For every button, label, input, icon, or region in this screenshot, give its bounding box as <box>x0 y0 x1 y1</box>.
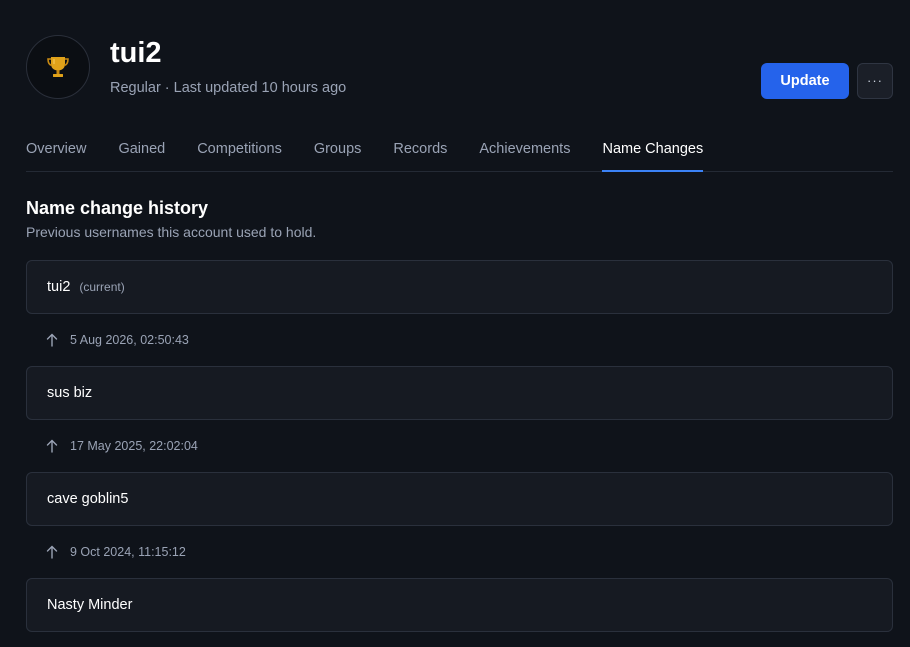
tab-records[interactable]: Records <box>393 131 447 171</box>
change-date: 17 May 2025, 22:02:04 <box>70 439 198 453</box>
username: tui2 <box>47 279 71 295</box>
player-meta: Regular · Last updated 10 hours ago <box>110 80 347 96</box>
tab-groups[interactable]: Groups <box>314 131 362 171</box>
tab-name-changes[interactable]: Name Changes <box>602 131 703 172</box>
name-change-entry: 5 Aug 2026, 02:50:43 <box>26 314 893 366</box>
username: sus biz <box>47 385 93 401</box>
name-card-current: tui2 (current) <box>26 260 893 314</box>
name-change-entry: 9 Oct 2024, 11:15:12 <box>26 526 893 578</box>
tab-gained[interactable]: Gained <box>118 131 165 171</box>
section-subtitle: Previous usernames this account used to … <box>26 224 317 240</box>
tab-bar: Overview Gained Competitions Groups Reco… <box>26 131 893 172</box>
current-badge: (current) <box>79 280 125 294</box>
arrow-up-icon <box>46 439 58 453</box>
username: cave goblin5 <box>47 491 129 507</box>
tab-overview[interactable]: Overview <box>26 131 86 171</box>
more-icon: ··· <box>867 73 883 88</box>
trophy-icon <box>47 57 69 77</box>
tab-achievements[interactable]: Achievements <box>479 131 570 171</box>
player-name: tui2 <box>110 37 162 69</box>
username: Nasty Minder <box>47 597 133 613</box>
change-date: 5 Aug 2026, 02:50:43 <box>70 333 189 347</box>
avatar <box>26 35 90 99</box>
arrow-up-icon <box>46 333 58 347</box>
arrow-up-icon <box>46 545 58 559</box>
more-options-button[interactable]: ··· <box>857 63 893 99</box>
name-card: sus biz <box>26 366 893 420</box>
name-card: cave goblin5 <box>26 472 893 526</box>
change-date: 9 Oct 2024, 11:15:12 <box>70 545 186 559</box>
name-history-list: tui2 (current) 5 Aug 2026, 02:50:43 sus … <box>26 260 893 632</box>
name-change-entry: 17 May 2025, 22:02:04 <box>26 420 893 472</box>
player-page: tui2 Regular · Last updated 10 hours ago… <box>0 0 910 647</box>
update-button[interactable]: Update <box>761 63 849 99</box>
section-title: Name change history <box>26 198 209 218</box>
name-card: Nasty Minder <box>26 578 893 632</box>
tab-competitions[interactable]: Competitions <box>197 131 282 171</box>
